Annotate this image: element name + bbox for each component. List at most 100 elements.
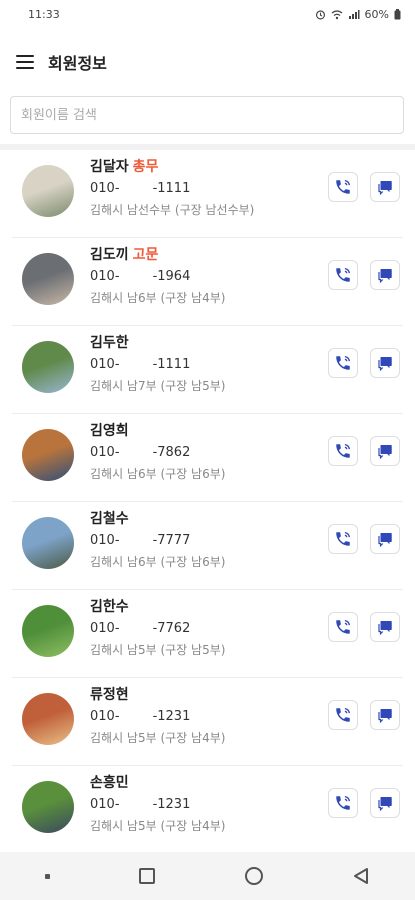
message-button[interactable] [370, 700, 400, 730]
member-row[interactable]: 김도끼 고문 010- -1964 김해시 남6부 (구장 남4부) [12, 238, 403, 326]
overview-square-icon[interactable] [139, 868, 156, 884]
message-button[interactable] [370, 172, 400, 202]
phone-call-icon [336, 619, 351, 634]
member-name: 김영희 [90, 423, 129, 439]
member-group: 김해시 남선수부 (구장 남선수부) [90, 203, 255, 217]
member-name: 김철수 [90, 511, 129, 527]
member-group: 김해시 남7부 (구장 남5부) [90, 379, 226, 393]
call-button[interactable] [328, 348, 358, 378]
phone-call-icon [336, 267, 351, 282]
member-phone: 010- -1111 [90, 357, 191, 372]
alarm-icon [315, 9, 325, 19]
member-info: 김두한 010- -1111 김해시 남7부 (구장 남5부) [90, 332, 225, 396]
status-bar: 11:33 60% [0, 0, 415, 28]
app-bar: 회원정보 [0, 38, 415, 86]
member-avatar [22, 253, 74, 305]
message-button[interactable] [370, 612, 400, 642]
call-button[interactable] [328, 612, 358, 642]
member-phone: 010- -1231 [90, 709, 191, 724]
chat-message-icon [378, 445, 392, 460]
message-button[interactable] [370, 260, 400, 290]
member-name: 류정현 [90, 687, 129, 703]
chat-message-icon [378, 533, 392, 548]
member-name-line: 김한수 [90, 596, 225, 618]
status-time: 11:33 [28, 7, 60, 21]
member-row[interactable]: 김달자 총무 010- -1111 김해시 남선수부 (구장 남선수부) [12, 150, 403, 238]
call-button[interactable] [328, 260, 358, 290]
battery-icon [394, 8, 401, 19]
member-row[interactable]: 김두한 010- -1111 김해시 남7부 (구장 남5부) [12, 326, 403, 414]
member-info: 김철수 010- -7777 김해시 남6부 (구장 남6부) [90, 508, 225, 572]
member-phone: 010- -1964 [90, 269, 191, 284]
member-row[interactable]: 류정현 010- -1231 김해시 남5부 (구장 남4부) [12, 678, 403, 766]
recent-dot-icon[interactable] [44, 873, 50, 879]
member-name-line: 김영희 [90, 420, 225, 442]
message-button[interactable] [370, 524, 400, 554]
phone-call-icon [336, 707, 351, 722]
message-button[interactable] [370, 348, 400, 378]
member-phone: 010- -1111 [90, 181, 191, 196]
member-phone: 010- -1231 [90, 797, 191, 812]
phone-call-icon [336, 355, 351, 370]
chat-message-icon [378, 797, 392, 812]
member-phone: 010- -7777 [90, 533, 191, 548]
member-info: 김달자 총무 010- -1111 김해시 남선수부 (구장 남선수부) [90, 156, 254, 220]
member-avatar [22, 781, 74, 833]
hamburger-menu-icon[interactable] [16, 55, 34, 69]
member-avatar [22, 517, 74, 569]
member-group: 김해시 남5부 (구장 남4부) [90, 731, 226, 745]
call-button[interactable] [328, 788, 358, 818]
member-group: 김해시 남6부 (구장 남6부) [90, 467, 226, 481]
member-name-line: 손흥민 [90, 772, 225, 794]
member-avatar [22, 341, 74, 393]
member-row[interactable]: 손흥민 010- -1231 김해시 남5부 (구장 남4부) [12, 766, 403, 854]
phone-call-icon [336, 795, 351, 810]
member-role-badge: 총무 [132, 159, 159, 175]
member-row[interactable]: 김한수 010- -7762 김해시 남5부 (구장 남5부) [12, 590, 403, 678]
member-info: 김도끼 고문 010- -1964 김해시 남6부 (구장 남4부) [90, 244, 225, 308]
chat-message-icon [378, 181, 392, 196]
message-button[interactable] [370, 788, 400, 818]
call-button[interactable] [328, 172, 358, 202]
member-info: 김영희 010- -7862 김해시 남6부 (구장 남6부) [90, 420, 225, 484]
member-phone: 010- -7762 [90, 621, 191, 636]
member-name: 김두한 [90, 335, 129, 351]
signal-icon [348, 9, 360, 19]
member-name-line: 김철수 [90, 508, 225, 530]
member-name-line: 김달자 총무 [90, 156, 254, 178]
member-avatar [22, 693, 74, 745]
wifi-icon [331, 9, 342, 19]
home-circle-icon[interactable] [244, 867, 263, 885]
message-button[interactable] [370, 436, 400, 466]
member-name-line: 김도끼 고문 [90, 244, 225, 266]
member-info: 김한수 010- -7762 김해시 남5부 (구장 남5부) [90, 596, 225, 660]
member-name: 김한수 [90, 599, 129, 615]
phone-call-icon [336, 531, 351, 546]
member-name-line: 김두한 [90, 332, 225, 354]
phone-call-icon [336, 179, 351, 194]
member-row[interactable]: 김철수 010- -7777 김해시 남6부 (구장 남6부) [12, 502, 403, 590]
call-button[interactable] [328, 524, 358, 554]
member-list: 김달자 총무 010- -1111 김해시 남선수부 (구장 남선수부) 김도끼 고문 01… [0, 150, 415, 854]
member-phone: 010- -7862 [90, 445, 191, 460]
call-button[interactable] [328, 436, 358, 466]
search-box [10, 96, 404, 134]
member-info: 류정현 010- -1231 김해시 남5부 (구장 남4부) [90, 684, 225, 748]
back-triangle-icon[interactable] [352, 867, 370, 885]
member-name-line: 류정현 [90, 684, 225, 706]
member-avatar [22, 165, 74, 217]
battery-percent: 60% [364, 7, 389, 21]
chat-message-icon [378, 621, 392, 636]
member-search-input[interactable] [11, 97, 403, 133]
member-role-badge: 고문 [132, 247, 159, 263]
chat-message-icon [378, 709, 392, 724]
status-icons: 60% [315, 8, 401, 21]
member-avatar [22, 605, 74, 657]
chat-message-icon [378, 269, 392, 284]
member-group: 김해시 남6부 (구장 남6부) [90, 555, 226, 569]
member-row[interactable]: 김영희 010- -7862 김해시 남6부 (구장 남6부) [12, 414, 403, 502]
chat-message-icon [378, 357, 392, 372]
call-button[interactable] [328, 700, 358, 730]
system-nav-bar [0, 852, 415, 900]
member-name: 김도끼 [90, 247, 129, 263]
